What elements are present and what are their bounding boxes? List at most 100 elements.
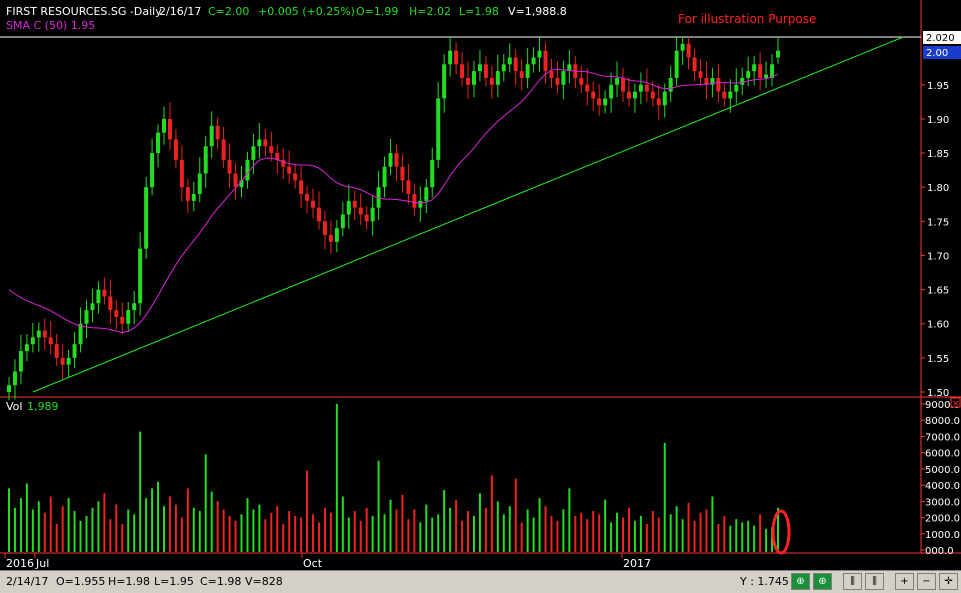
candle-body xyxy=(316,207,321,222)
candle-body xyxy=(400,166,405,181)
volume-bar xyxy=(276,506,279,552)
status-date: 2/14/17 xyxy=(6,575,49,588)
time-tick-label: 2016 xyxy=(6,557,34,570)
volume-bar xyxy=(127,509,130,552)
volume-bar xyxy=(133,514,136,552)
volume-bar xyxy=(91,507,94,552)
candle-body xyxy=(728,91,733,99)
candle-body xyxy=(173,139,178,160)
price-tick-label: 1.80 xyxy=(927,183,949,194)
candle-body xyxy=(156,132,161,154)
zoom-out-icon[interactable]: − xyxy=(917,573,936,590)
price-tick-label: 1.60 xyxy=(927,320,949,331)
volume-bar xyxy=(467,511,470,552)
candle-body xyxy=(60,357,65,365)
candle-body xyxy=(531,57,536,65)
volume-bar xyxy=(550,515,553,552)
header-open: O=1.99 xyxy=(356,5,398,18)
candle-body xyxy=(483,64,488,78)
candle-body xyxy=(185,187,190,201)
volume-bar xyxy=(586,519,589,552)
candle-body xyxy=(579,77,584,85)
volume-bar xyxy=(532,517,535,552)
volume-bar xyxy=(192,507,195,552)
volume-bar xyxy=(85,515,88,552)
candle-body xyxy=(334,228,339,242)
candle-body xyxy=(203,146,208,174)
volume-bar xyxy=(753,525,756,552)
volume-bar xyxy=(222,509,225,552)
volume-bar xyxy=(371,515,374,552)
candle-body xyxy=(776,50,780,58)
bar-chart-icon[interactable]: ⫼ xyxy=(843,573,862,590)
volume-bar xyxy=(407,519,410,552)
volume-bar xyxy=(323,507,326,552)
volume-bar xyxy=(37,501,40,552)
volume-bar xyxy=(240,514,243,552)
candle-body xyxy=(525,64,530,78)
time-axis-ticks: 2016 Jul Oct 2017 xyxy=(4,553,651,570)
candle-body xyxy=(167,118,172,140)
candle-body xyxy=(460,64,465,78)
candle-body xyxy=(90,303,95,311)
price-tick-label: 1.95 xyxy=(927,81,949,92)
volume-bar xyxy=(425,504,428,552)
volume-bar xyxy=(79,520,82,552)
candle-body xyxy=(424,187,429,201)
crosshair-icon[interactable]: ✛ xyxy=(939,573,958,590)
volume-bar xyxy=(711,496,714,552)
zoom-fit-icon[interactable]: ⊕ xyxy=(791,573,810,590)
volume-bar xyxy=(365,507,368,552)
candle-body xyxy=(54,344,59,358)
volume-bar xyxy=(174,504,177,552)
volume-bar xyxy=(574,515,577,552)
candle-body xyxy=(108,296,113,311)
candle-body xyxy=(561,71,566,85)
candle-body xyxy=(346,200,351,215)
candle-body xyxy=(740,77,745,85)
volume-bar xyxy=(61,506,64,552)
header-symbol: FIRST RESOURCES.SG -Daily xyxy=(6,5,162,18)
volume-bar xyxy=(210,491,213,552)
status-high: H=1.98 xyxy=(108,575,150,588)
volume-tick-label: 6000.0 xyxy=(925,449,960,460)
volume-bar xyxy=(687,502,690,552)
volume-bar xyxy=(55,524,58,552)
candle-body xyxy=(716,77,721,92)
zoom-in-icon[interactable]: + xyxy=(895,573,914,590)
candle-body xyxy=(519,71,524,78)
candle-body xyxy=(615,77,620,85)
candle-body xyxy=(161,118,166,133)
volume-bar xyxy=(306,470,309,552)
candlestick-icon[interactable]: ⫼ xyxy=(865,573,884,590)
candle-body xyxy=(299,180,304,195)
volume-bar xyxy=(341,496,344,552)
candle-body xyxy=(656,98,661,106)
volume-label: Vol xyxy=(6,400,22,413)
candle-body xyxy=(752,64,757,72)
zoom-reset-icon[interactable]: ⊕ xyxy=(813,573,832,590)
candle-body xyxy=(585,84,590,92)
price-tick-label: 1.70 xyxy=(927,251,949,262)
candle-body xyxy=(471,71,476,85)
volume-bar xyxy=(443,489,446,552)
price-tick-label: 1.90 xyxy=(927,115,949,126)
candle-body xyxy=(621,77,626,92)
volume-bar xyxy=(115,504,118,552)
chart-area[interactable]: 1.50 1.55 1.60 1.65 1.70 1.75 1.80 1.85 1.90 1.95… xyxy=(0,0,961,570)
volume-axis-ticks: 000.0 1000.0 2000.0 3000.0 4000.0 5000.0 6000.… xyxy=(921,400,960,557)
volume-bar xyxy=(359,520,362,552)
header-change: +0.005 (+0.25%) xyxy=(258,5,355,18)
volume-bar xyxy=(693,520,696,552)
candle-body xyxy=(495,71,500,85)
volume-bar xyxy=(478,493,481,552)
candle-body xyxy=(388,153,393,167)
volume-bar xyxy=(43,512,46,552)
candle-body xyxy=(221,139,226,160)
volume-tick-label: 7000.0 xyxy=(925,432,960,443)
candle-body xyxy=(644,84,649,92)
volume-bar xyxy=(151,488,154,552)
volume-bar xyxy=(121,524,124,552)
volume-value: 1,989 xyxy=(27,400,59,413)
volume-bar xyxy=(526,509,529,552)
